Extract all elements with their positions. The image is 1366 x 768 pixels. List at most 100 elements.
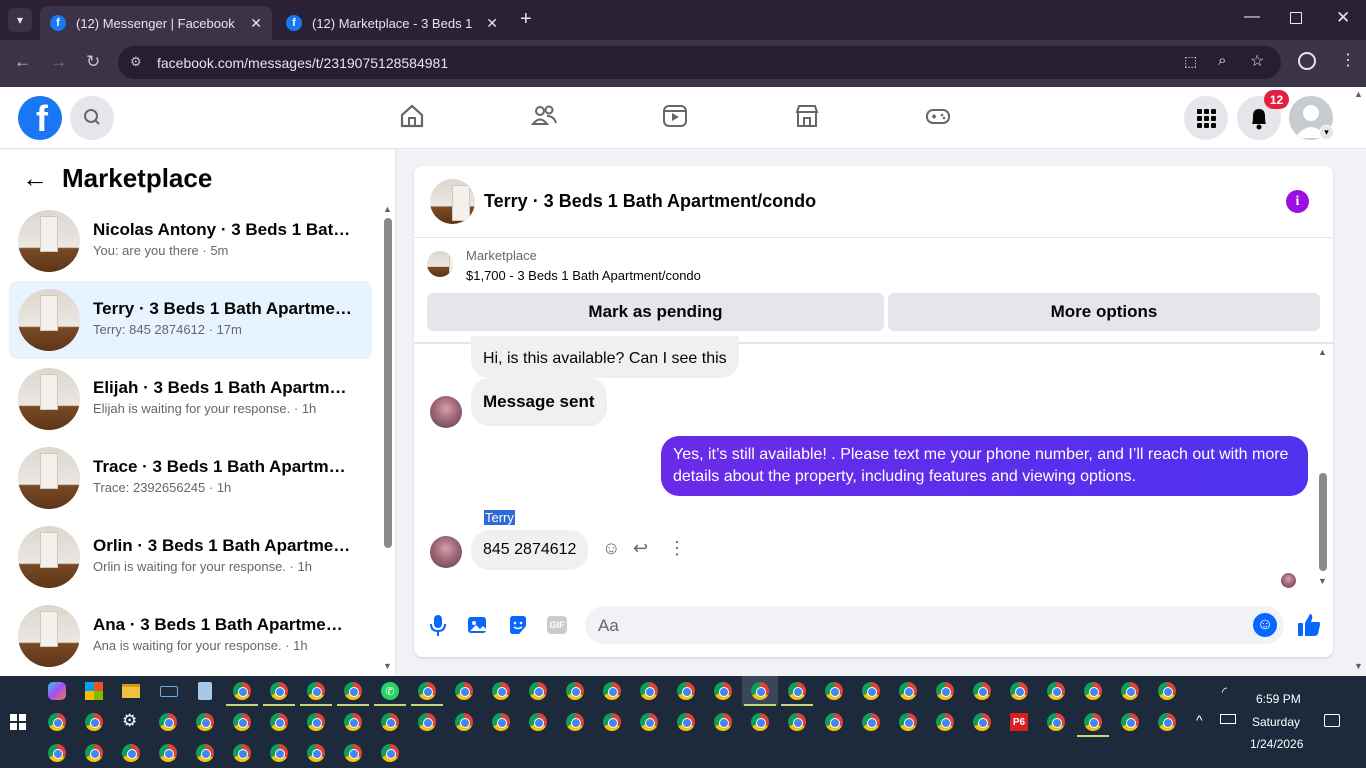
microphone-icon[interactable] (429, 613, 447, 637)
home-icon[interactable] (398, 102, 426, 130)
chrome-icon[interactable] (1047, 713, 1065, 731)
react-smiley-icon[interactable]: ☺ (602, 538, 620, 559)
account-chevron-icon[interactable]: ▾ (1319, 125, 1334, 140)
facebook-logo-icon[interactable]: f (18, 96, 62, 140)
chrome-icon[interactable] (233, 713, 251, 731)
conversation-item[interactable]: Nicolas Antony · 3 Beds 1 Bath A... You:… (9, 202, 372, 280)
show-hidden-icons-chevron[interactable]: ^ (1196, 712, 1203, 728)
chrome-icon[interactable] (270, 682, 288, 700)
reply-icon[interactable]: ↩ (633, 538, 648, 559)
zoom-icon[interactable]: ⌕ (1218, 52, 1226, 69)
friends-icon[interactable] (530, 102, 558, 130)
search-button[interactable] (70, 96, 114, 140)
chat-scrollbar[interactable] (1319, 473, 1327, 571)
chrome-icon[interactable] (344, 713, 362, 731)
listing-thumbnail[interactable] (427, 251, 453, 277)
photo-icon[interactable] (467, 614, 489, 636)
chrome-icon[interactable] (936, 713, 954, 731)
conversation-item-selected[interactable]: Terry · 3 Beds 1 Bath Apartment/... Terr… (9, 281, 372, 359)
clock-time[interactable]: 6:59 PM (1256, 692, 1301, 706)
file-explorer-icon[interactable] (122, 684, 140, 698)
chrome-icon[interactable] (1121, 713, 1139, 731)
scroll-up-arrow-icon[interactable]: ▲ (1318, 347, 1327, 357)
listing-detail[interactable]: $1,700 - 3 Beds 1 Bath Apartment/condo (466, 268, 701, 283)
scroll-up-arrow-icon[interactable]: ▲ (383, 204, 392, 214)
chrome-icon[interactable] (529, 713, 547, 731)
chrome-icon[interactable] (307, 713, 325, 731)
chat-title[interactable]: Terry · 3 Beds 1 Bath Apartment/condo (484, 191, 816, 212)
sticker-icon[interactable] (507, 614, 529, 636)
restore-button[interactable] (1290, 12, 1302, 24)
chrome-icon[interactable] (640, 713, 658, 731)
chrome-icon[interactable] (1084, 713, 1102, 731)
tab-search-button[interactable]: ▾ (8, 8, 32, 32)
chrome-icon[interactable] (1158, 713, 1176, 731)
forward-arrow-icon[interactable]: → (50, 52, 67, 72)
chrome-icon[interactable] (788, 682, 806, 700)
store-icon[interactable] (85, 682, 103, 700)
chrome-icon[interactable] (159, 713, 177, 731)
emoji-icon[interactable]: ☺ (1253, 613, 1277, 637)
notepad-icon[interactable] (198, 682, 212, 700)
chrome-icon[interactable] (899, 713, 917, 731)
chrome-icon[interactable] (714, 682, 732, 700)
windows-start-icon[interactable] (10, 714, 26, 730)
chrome-icon[interactable] (381, 744, 399, 762)
reload-icon[interactable]: ↻ (86, 52, 100, 72)
chrome-icon[interactable] (936, 682, 954, 700)
install-app-icon[interactable]: ⬚ (1184, 53, 1197, 70)
chrome-icon[interactable] (603, 713, 621, 731)
chrome-icon[interactable] (529, 682, 547, 700)
chrome-icon[interactable] (85, 744, 103, 762)
chrome-icon[interactable] (455, 713, 473, 731)
chrome-icon[interactable] (196, 744, 214, 762)
close-window-button[interactable]: ✕ (1336, 8, 1350, 28)
gif-button[interactable]: GIF (547, 616, 567, 634)
menu-button[interactable] (1184, 96, 1228, 140)
chrome-icon[interactable] (344, 682, 362, 700)
more-actions-icon[interactable]: ⋮ (668, 538, 686, 559)
chrome-icon[interactable] (751, 713, 769, 731)
conversation-item[interactable]: Elijah · 3 Beds 1 Bath Apartment/... Eli… (9, 360, 372, 438)
gaming-icon[interactable] (924, 102, 952, 130)
chrome-icon[interactable] (788, 713, 806, 731)
close-tab-icon[interactable]: ✕ (486, 15, 498, 32)
keyboard-icon[interactable] (160, 686, 178, 697)
marketplace-icon[interactable] (793, 102, 821, 130)
chrome-icon[interactable] (122, 744, 140, 762)
conversation-item[interactable]: Trace · 3 Beds 1 Bath Apartment/... Trac… (9, 439, 372, 517)
wifi-icon[interactable]: ◜ (1222, 684, 1227, 700)
tab-marketplace[interactable]: f (12) Marketplace - 3 Beds 1 Bat ✕ (276, 6, 508, 40)
menu-dots-icon[interactable]: ⋮ (1340, 50, 1356, 70)
clock-day[interactable]: Saturday (1252, 715, 1300, 729)
chrome-icon[interactable] (1047, 682, 1065, 700)
chrome-icon[interactable] (48, 713, 66, 731)
page-scroll-down-icon[interactable]: ▼ (1354, 661, 1363, 671)
info-icon[interactable]: i (1286, 190, 1309, 213)
conversation-item[interactable]: Orlin · 3 Beds 1 Bath Apartment/... Orli… (9, 518, 372, 596)
chrome-icon[interactable] (270, 713, 288, 731)
site-info-icon[interactable]: ⚙ (130, 54, 142, 70)
url-field[interactable]: ⚙ facebook.com/messages/t/23190751285849… (118, 46, 1281, 79)
chrome-icon[interactable] (825, 682, 843, 700)
chrome-icon[interactable] (270, 744, 288, 762)
tab-messenger[interactable]: f (12) Messenger | Facebook ✕ (40, 6, 272, 40)
whatsapp-icon[interactable]: ✆ (381, 682, 399, 700)
chrome-icon[interactable] (85, 713, 103, 731)
bookmark-star-icon[interactable]: ☆ (1250, 51, 1264, 71)
chrome-icon[interactable] (973, 713, 991, 731)
chrome-icon[interactable] (233, 744, 251, 762)
chrome-icon[interactable] (973, 682, 991, 700)
chrome-icon[interactable] (418, 713, 436, 731)
chrome-icon[interactable] (381, 713, 399, 731)
chat-avatar[interactable] (430, 179, 475, 224)
settings-gear-icon[interactable]: ⚙ (122, 711, 137, 731)
chrome-icon-active[interactable] (751, 682, 769, 700)
conversation-item[interactable]: Ana · 3 Beds 1 Bath Apartment/c... Ana i… (9, 597, 372, 675)
scroll-down-arrow-icon[interactable]: ▼ (383, 661, 392, 671)
sender-avatar[interactable] (430, 396, 462, 428)
sender-avatar[interactable] (430, 536, 462, 568)
message-input[interactable]: Aa ☺ (585, 606, 1284, 644)
chrome-icon[interactable] (492, 713, 510, 731)
chrome-icon[interactable] (825, 713, 843, 731)
